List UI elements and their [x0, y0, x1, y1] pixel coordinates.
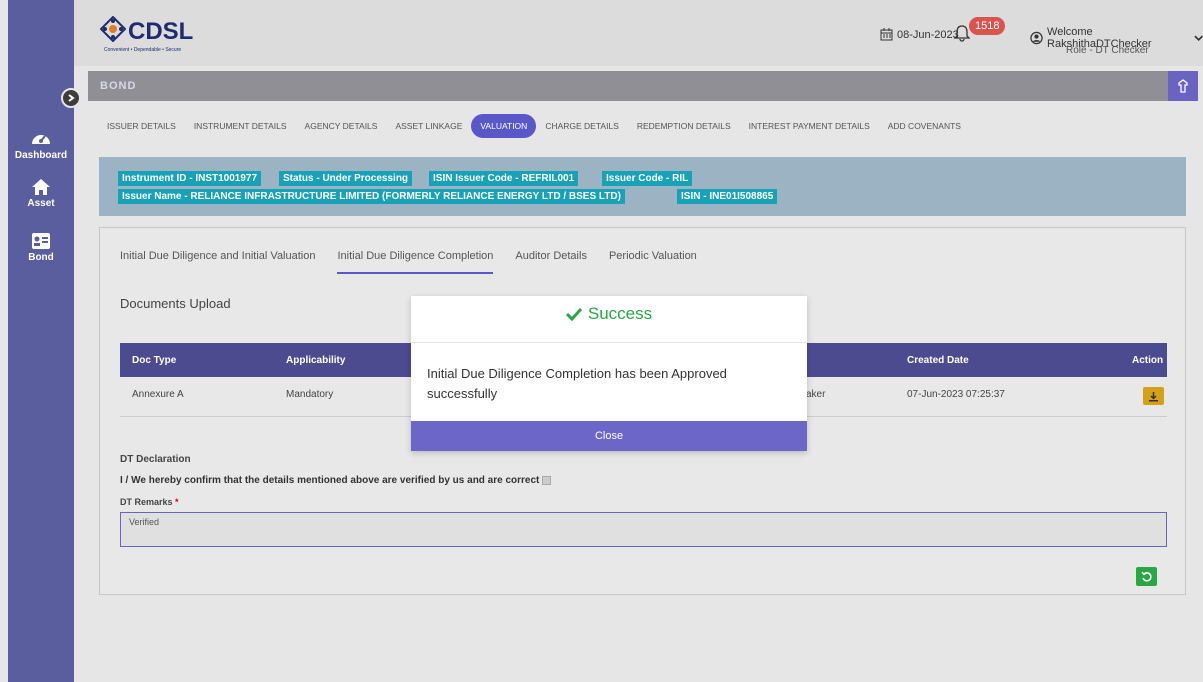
dashboard-icon: [32, 135, 50, 144]
sidebar-item-dashboard[interactable]: Dashboard: [8, 128, 74, 161]
tab-issuer-details[interactable]: ISSUER DETAILS: [98, 114, 185, 138]
reset-button[interactable]: [1136, 567, 1157, 586]
sidebar-item-bond[interactable]: Bond: [8, 232, 74, 263]
status-badge: Status - Under Processing: [279, 171, 413, 186]
sidebar-item-label: Dashboard: [14, 150, 68, 161]
tab-add-covenants[interactable]: ADD COVENANTS: [879, 114, 970, 138]
remarks-label: DT Remarks *: [120, 497, 179, 507]
modal-message: Initial Due Diligence Completion has bee…: [427, 366, 727, 401]
section-bar: BOND: [88, 71, 1198, 101]
section-title: BOND: [100, 80, 137, 92]
col-created-date: Created Date: [907, 355, 969, 366]
subtab-due-diligence-completion[interactable]: Initial Due Diligence Completion: [337, 250, 494, 274]
close-button[interactable]: Close: [411, 421, 807, 451]
user-role: Role - DT Checker: [1066, 45, 1149, 56]
cell-doc-type: Annexure A: [132, 389, 184, 400]
issuer-name-badge: Issuer Name - RELIANCE INFRASTRUCTURE LI…: [118, 189, 625, 204]
chevron-down-icon: [1194, 35, 1203, 42]
isin-issuer-code-badge: ISIN Issuer Code - REFRIL001: [429, 171, 579, 186]
home-icon: [32, 179, 50, 195]
sidebar-item-asset[interactable]: Asset: [8, 178, 74, 209]
user-avatar-icon: [1030, 31, 1043, 45]
undo-icon: [1141, 571, 1152, 582]
tab-asset-linkage[interactable]: ASSET LINKAGE: [386, 114, 471, 138]
subtab-initial-due-diligence[interactable]: Initial Due Diligence and Initial Valuat…: [120, 250, 315, 274]
required-marker: *: [175, 497, 179, 507]
tab-interest-payment-details[interactable]: INTEREST PAYMENT DETAILS: [740, 114, 879, 138]
declaration-title: DT Declaration: [120, 454, 191, 465]
sidebar-toggle-button[interactable]: [61, 88, 81, 108]
notification-count-badge: 1518: [969, 17, 1006, 35]
calendar-icon: [880, 28, 893, 41]
logo-text: CDSL: [128, 18, 194, 45]
main-tabs: ISSUER DETAILS INSTRUMENT DETAILS AGENCY…: [98, 114, 970, 138]
declaration-checkbox[interactable]: [542, 476, 552, 485]
tab-charge-details[interactable]: CHARGE DETAILS: [536, 114, 628, 138]
chevron-right-icon: [68, 94, 75, 102]
cell-created-by: aker: [806, 389, 826, 400]
col-doc-type: Doc Type: [132, 355, 177, 366]
remarks-field[interactable]: Verified: [120, 512, 1167, 547]
issuer-code-badge: Issuer Code - RIL: [602, 171, 693, 186]
header-date: 08-Jun-2023: [880, 28, 959, 41]
date-text: 08-Jun-2023: [897, 28, 959, 41]
subtab-periodic-valuation[interactable]: Periodic Valuation: [609, 250, 697, 274]
instrument-id-badge: Instrument ID - INST1001977: [118, 171, 262, 186]
col-action: Action: [1132, 355, 1164, 366]
download-button[interactable]: [1143, 387, 1164, 405]
success-modal: Success Initial Due Diligence Completion…: [411, 296, 807, 451]
subtab-auditor-details[interactable]: Auditor Details: [515, 250, 587, 274]
modal-title-text: Success: [587, 304, 653, 323]
col-applicability: Applicability: [286, 355, 346, 366]
declaration-text: I / We hereby confirm that the details m…: [120, 475, 540, 486]
id-card-icon: [32, 233, 50, 249]
modal-title: Success: [411, 304, 807, 324]
sidebar-item-label: Bond: [28, 252, 54, 263]
sidebar-item-label: Asset: [27, 198, 55, 209]
tab-instrument-details[interactable]: INSTRUMENT DETAILS: [185, 114, 296, 138]
download-icon: [1149, 391, 1158, 401]
checkmark-icon: [565, 307, 582, 321]
tab-redemption-details[interactable]: REDEMPTION DETAILS: [628, 114, 740, 138]
documents-upload-title: Documents Upload: [120, 296, 231, 311]
valuation-subtabs: Initial Due Diligence and Initial Valuat…: [120, 250, 697, 274]
notification-button[interactable]: [953, 24, 971, 47]
logo-tagline: Convenient • Dependable • Secure: [104, 47, 182, 53]
tab-agency-details[interactable]: AGENCY DETAILS: [296, 114, 387, 138]
tab-valuation[interactable]: VALUATION: [471, 114, 537, 138]
modal-divider: [411, 342, 807, 343]
isin-badge: ISIN - INE01I508865: [677, 189, 778, 204]
bell-icon: [953, 25, 971, 42]
cdsl-logo-icon: [100, 16, 126, 42]
cell-applicability: Mandatory: [286, 389, 334, 400]
instrument-info-panel: Instrument ID - INST1001977 Status - Und…: [99, 157, 1186, 216]
declaration-row: I / We hereby confirm that the details m…: [120, 475, 552, 486]
hand-pointer-icon: [1178, 79, 1188, 93]
cell-created-date: 07-Jun-2023 07:25:37: [907, 389, 1005, 400]
header: CDSL Convenient • Dependable • Secure 08…: [74, 0, 1203, 66]
section-action-button[interactable]: [1168, 71, 1198, 101]
